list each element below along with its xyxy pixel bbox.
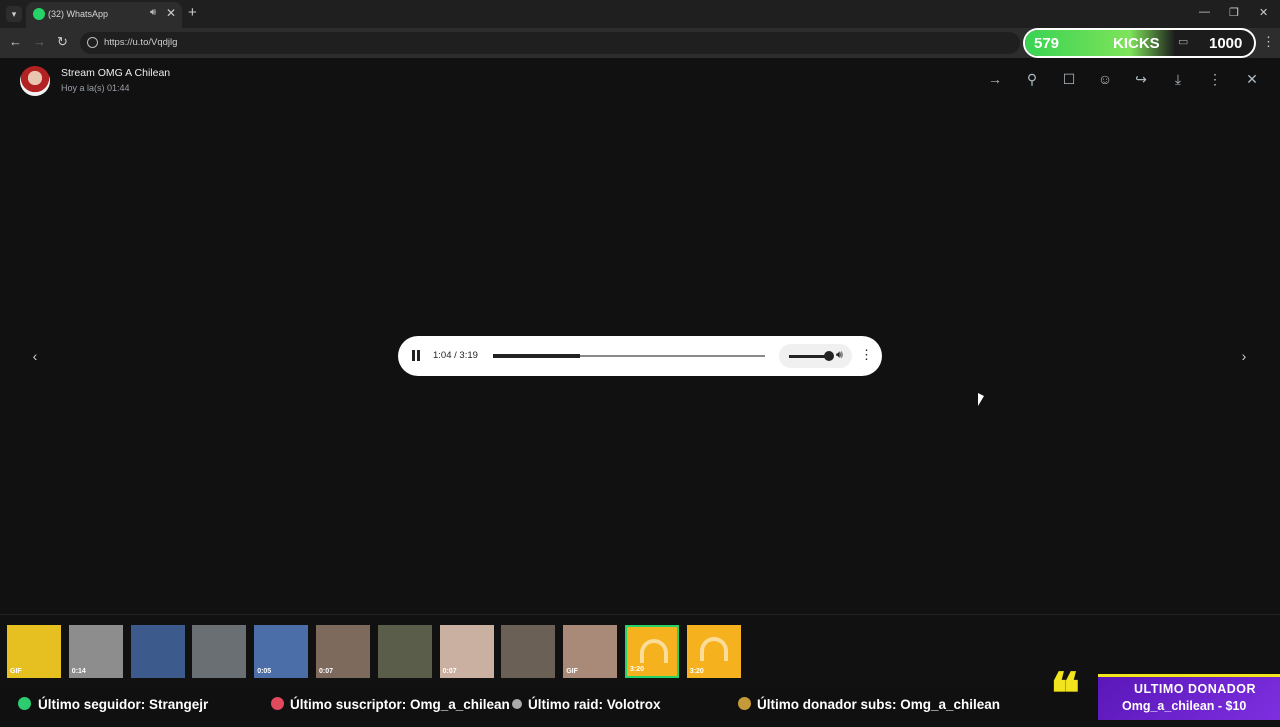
seek-bar[interactable] [493,354,765,358]
thumbnail-badge: GIF [566,668,578,675]
media-thumbnail[interactable]: 0:07 [316,625,370,678]
kicks-label: KICKS [1113,35,1160,52]
last-sub-donor: Último donador subs: Omg_a_chilean [757,697,1001,712]
bookmark-icon[interactable]: ☐ [1061,71,1077,87]
volume-icon[interactable]: 🔊︎ [836,349,843,362]
player-options-icon[interactable]: ⋮ [860,347,873,363]
restore-button[interactable]: ❐ [1229,6,1239,19]
donor-value: Omg_a_chilean - $10 [1122,699,1247,713]
mouse-cursor [978,393,984,406]
kicks-goal: 1000 [1209,35,1243,52]
thumbnail-badge: GIF [10,668,22,675]
minimize-button[interactable]: — [1199,6,1210,18]
thumbnail-badge: 0:05 [257,668,272,675]
url-field[interactable]: https://u.to/Vqdjlg [80,32,1020,54]
media-thumbnail[interactable] [130,625,185,678]
media-thumbnail[interactable]: GIF [563,625,618,678]
media-thumbnail[interactable] [192,625,247,678]
media-thumbnail[interactable] [501,625,556,678]
tab-audio-icon[interactable]: 🔊︎ [150,7,156,18]
kicks-count: 579 [1034,35,1060,52]
media-thumbnail[interactable]: GIF [7,625,61,678]
kicks-goal-widget: 579 KICKS ▭ 1000 [1023,28,1256,58]
quote-mark-icon: ❝ [1050,661,1081,727]
close-icon[interactable]: ✕ [1244,71,1260,87]
reload-button[interactable]: ↻ [57,34,68,50]
thumbnail-badge: 0:07 [442,668,457,675]
last-raid: Último raid: Volotrox [528,697,661,712]
new-tab-button[interactable]: + [188,4,197,21]
kicks-box-icon: ▭ [1178,36,1189,48]
money-bag-icon [738,697,751,710]
pause-button[interactable] [411,350,421,361]
next-media-button[interactable]: › [1234,346,1254,366]
message-timestamp: Hoy a la(s) 01:44 [61,83,130,93]
thumbnail-badge: 3:20 [689,668,704,675]
last-follower: Último seguidor: Strangejr [38,697,209,712]
url-text: https://u.to/Vqdjlg [104,37,178,48]
media-thumbnail[interactable]: 0:05 [254,625,309,678]
headphones-icon [699,637,728,661]
pin-icon[interactable]: ⚲ [1024,71,1040,87]
whatsapp-logo-icon [33,8,45,20]
donor-panel [1098,674,1280,720]
media-thumbnail[interactable]: 0:14 [68,625,123,678]
media-thumbnail[interactable]: 0:07 [439,625,494,678]
reply-arrow-icon[interactable]: → [987,71,1003,87]
download-icon[interactable]: ⤓ [1170,71,1186,87]
seek-progress [493,354,581,358]
previous-media-button[interactable]: ‹ [25,346,45,366]
tab-title: (32) WhatsApp [48,9,109,19]
volume-control: 🔊︎ [779,344,852,368]
donor-title: ULTIMO DONADOR [1134,682,1257,696]
browser-tab[interactable]: (32) WhatsApp 🔊︎ ✕ [26,2,182,28]
emoji-icon[interactable]: ☺ [1097,71,1113,87]
heart-icon [18,697,31,710]
browser-titlebar: ▾ (32) WhatsApp 🔊︎ ✕ + — ❐ ✕ [0,0,1280,28]
media-viewer-header: Stream OMG A Chilean Hoy a la(s) 01:44 →… [0,58,1280,102]
forward-icon[interactable]: ↪ [1133,71,1149,87]
last-subscriber: Último suscriptor: Omg_a_chilean [290,697,510,712]
megaphone-icon [512,699,522,709]
avatar[interactable] [20,66,50,96]
media-thumbnail[interactable] [377,625,432,678]
browser-menu-icon[interactable]: ⋮ [1262,34,1275,50]
headphones-icon [640,639,668,663]
forward-button[interactable]: → [33,34,46,49]
window-close-button[interactable]: ✕ [1259,6,1268,19]
back-button[interactable]: ← [9,34,22,49]
volume-knob[interactable] [824,351,834,361]
thumbnail-badge: 0:14 [71,668,86,675]
media-thumbnail[interactable]: 3:20 [625,625,679,678]
more-vert-icon[interactable]: ⋮ [1207,71,1223,87]
tab-search-button[interactable]: ▾ [6,6,22,22]
playback-time: 1:04 / 3:19 [433,350,478,361]
heart-eyes-icon [271,697,284,710]
media-thumbnail[interactable]: 3:20 [686,625,741,678]
thumbnail-badge: 0:07 [319,668,334,675]
sender-name: Stream OMG A Chilean [61,67,171,79]
thumbnail-badge: 3:20 [630,666,645,673]
volume-slider[interactable] [789,355,827,358]
tab-close-icon[interactable]: ✕ [166,6,176,20]
audio-player: 1:04 / 3:19 🔊︎ ⋮ [398,336,882,376]
last-donor-widget: ❝ ULTIMO DONADOR Omg_a_chilean - $10 [1050,661,1280,727]
site-info-icon[interactable] [87,37,98,48]
